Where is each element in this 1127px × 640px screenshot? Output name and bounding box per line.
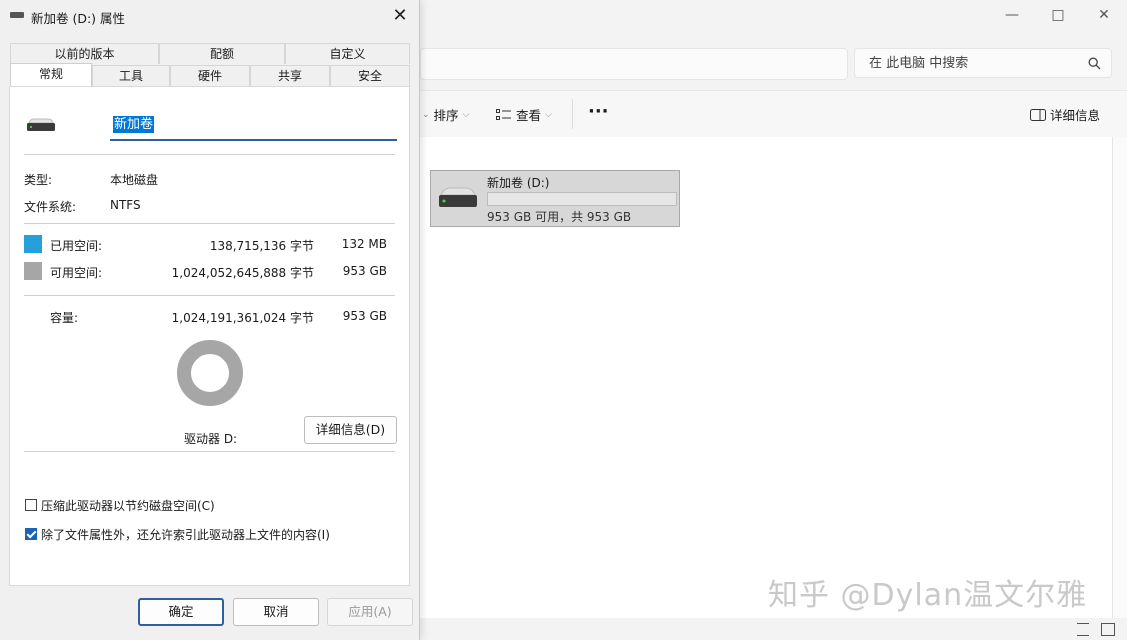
tab-row-bottom: 常规 工具 硬件 共享 安全 <box>10 63 410 86</box>
free-space-size: 953 GB <box>342 264 387 278</box>
tab-hardware[interactable]: 硬件 <box>170 65 250 86</box>
search-placeholder: 在 此电脑 中搜索 <box>869 56 969 71</box>
donut-free-segment <box>177 340 243 406</box>
tab-customize[interactable]: 自定义 <box>285 43 410 64</box>
used-space-size: 132 MB <box>341 237 387 251</box>
explorer-titlebar: — □ ✕ <box>420 0 1127 34</box>
search-icon <box>1088 57 1101 70</box>
more-options-button[interactable]: ··· <box>588 101 609 122</box>
usage-donut-chart <box>177 340 243 406</box>
apply-button[interactable]: 应用(A) <box>327 598 413 626</box>
used-space-swatch <box>24 235 42 253</box>
status-bar <box>420 618 1127 640</box>
index-checkbox[interactable] <box>25 528 37 540</box>
content-area: 新加卷 (D:) 953 GB 可用，共 953 GB <box>420 137 1113 618</box>
sort-label: 排序 <box>433 108 459 123</box>
tab-previous-versions[interactable]: 以前的版本 <box>10 43 159 64</box>
free-space-swatch <box>24 262 42 280</box>
details-pane-icon <box>1030 108 1046 121</box>
tab-security[interactable]: 安全 <box>330 65 410 86</box>
tab-row-top: 以前的版本 配额 自定义 <box>10 43 410 64</box>
tab-sharing[interactable]: 共享 <box>250 65 330 86</box>
volume-name-input[interactable]: 新加卷 <box>110 111 397 141</box>
ok-button[interactable]: 确定 <box>138 598 224 626</box>
details-pane-label: 详细信息 <box>1050 108 1101 123</box>
divider <box>24 223 395 224</box>
tile-view-icon[interactable] <box>1101 623 1115 636</box>
search-input[interactable]: 在 此电脑 中搜索 <box>854 48 1112 78</box>
view-button[interactable]: 查看 ⌵ <box>496 105 552 124</box>
filesystem-value: NTFS <box>110 198 141 212</box>
chevron-down-icon: ⌵ <box>545 109 552 120</box>
general-panel: 新加卷 类型: 本地磁盘 文件系统: NTFS 已用空间: 138,715,13… <box>9 86 410 586</box>
free-space-label: 可用空间: <box>50 266 103 280</box>
close-icon[interactable]: ✕ <box>1081 0 1127 30</box>
free-space-bytes: 1,024,052,645,888 字节 <box>171 266 314 280</box>
compress-label[interactable]: 压缩此驱动器以节约磁盘空间(C) <box>41 497 215 514</box>
compress-checkbox[interactable] <box>25 499 37 511</box>
list-view-icon[interactable] <box>1077 623 1089 636</box>
divider <box>24 154 395 155</box>
hard-drive-icon <box>27 118 55 131</box>
tab-general[interactable]: 常规 <box>10 63 92 86</box>
type-value: 本地磁盘 <box>110 173 159 187</box>
used-space-label: 已用空间: <box>50 239 103 253</box>
drive-icon <box>10 12 24 18</box>
drive-letter-label: 驱动器 D: <box>184 432 238 446</box>
watermark: 知乎 @Dylan温文尔雅 <box>768 578 1088 613</box>
used-space-bytes: 138,715,136 字节 <box>209 239 314 253</box>
type-label: 类型: <box>24 173 53 187</box>
drive-tile-capacity: 953 GB 可用，共 953 GB <box>487 210 632 224</box>
tab-tools[interactable]: 工具 <box>92 65 170 86</box>
drive-usage-bar <box>487 192 677 206</box>
toolbar-divider <box>572 99 573 129</box>
chevron-down-icon: ⌵ <box>462 109 470 120</box>
close-icon[interactable]: ✕ <box>387 3 413 29</box>
filesystem-label: 文件系统: <box>24 200 77 214</box>
sort-button[interactable]: ⌄ 排序 ⌵ <box>422 105 469 124</box>
address-bar[interactable] <box>420 48 848 80</box>
divider <box>24 451 395 452</box>
drive-tile-name: 新加卷 (D:) <box>487 176 550 190</box>
maximize-icon[interactable]: □ <box>1035 0 1081 30</box>
properties-dialog: 新加卷 (D:) 属性 ✕ 以前的版本 配额 自定义 常规 工具 硬件 共享 安… <box>0 0 420 640</box>
view-label: 查看 <box>516 108 542 123</box>
command-bar: ⌄ 排序 ⌵ 查看 ⌵ ··· 详细信息 <box>420 90 1127 138</box>
divider <box>24 295 395 296</box>
dialog-title: 新加卷 (D:) 属性 <box>31 11 126 26</box>
capacity-size: 953 GB <box>342 309 387 323</box>
dialog-titlebar: 新加卷 (D:) 属性 ✕ <box>0 0 419 32</box>
capacity-bytes: 1,024,191,361,024 字节 <box>171 311 314 325</box>
details-pane-button[interactable]: 详细信息 <box>1030 105 1100 124</box>
drive-tile-d[interactable]: 新加卷 (D:) 953 GB 可用，共 953 GB <box>430 170 680 227</box>
view-toggle <box>1077 623 1115 636</box>
capacity-label: 容量: <box>50 311 79 325</box>
minimize-icon[interactable]: — <box>989 0 1035 30</box>
cancel-button[interactable]: 取消 <box>233 598 319 626</box>
index-label[interactable]: 除了文件属性外，还允许索引此驱动器上文件的内容(I) <box>41 526 330 543</box>
chevron-left-icon: ⌄ <box>422 109 430 120</box>
disk-cleanup-details-button[interactable]: 详细信息(D) <box>304 416 397 444</box>
view-icon <box>496 108 511 120</box>
tab-quota[interactable]: 配额 <box>159 43 285 64</box>
scroll-gutter[interactable] <box>1112 137 1127 618</box>
hard-drive-icon <box>439 187 477 207</box>
volume-name-value: 新加卷 <box>113 116 155 133</box>
